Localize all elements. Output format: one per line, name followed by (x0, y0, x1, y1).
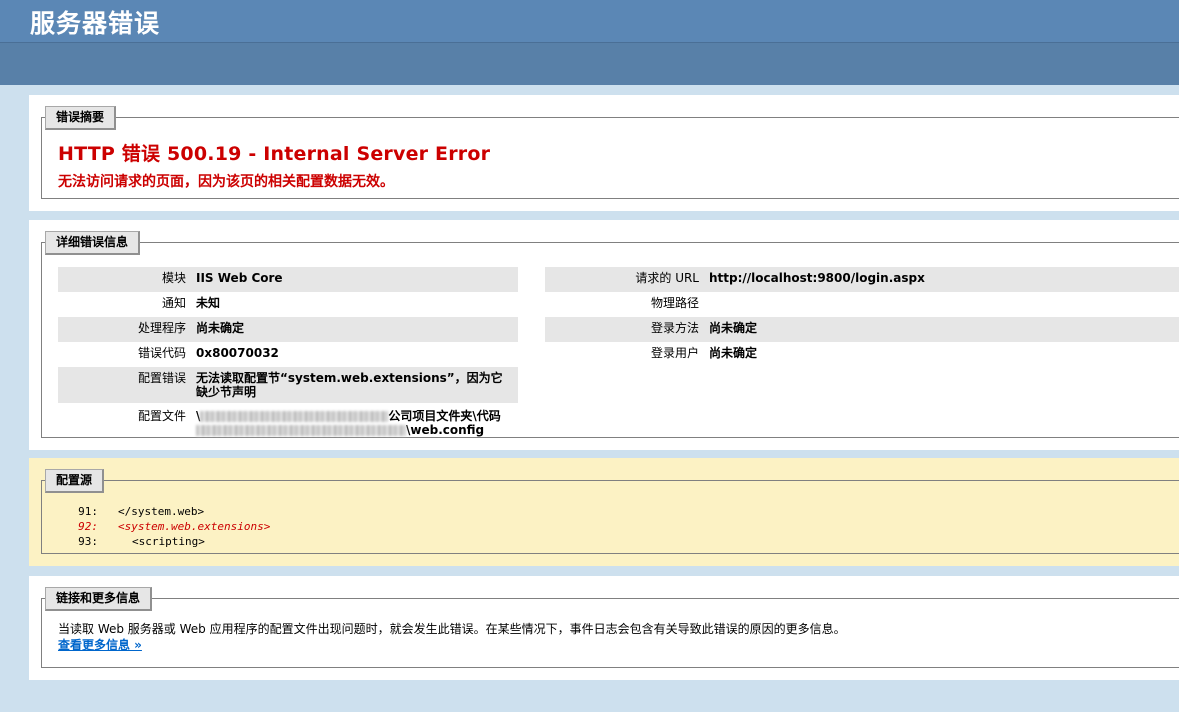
view-more-info-link[interactable]: 查看更多信息 » (58, 636, 142, 653)
detail-value: http://localhost:9800/login.aspx (709, 267, 1179, 292)
detail-label: 错误代码 (137, 346, 186, 360)
code-text: </system.web> (118, 505, 205, 518)
detail-row-physical-path: 物理路径 (545, 292, 1179, 317)
redacted-path (200, 411, 389, 422)
detail-value: 未知 (196, 296, 221, 310)
code-line: 91: </system.web> (76, 504, 270, 519)
detail-label: 模块 (58, 267, 196, 292)
detail-label: 配置错误 (58, 367, 196, 403)
detail-label: 处理程序 (58, 317, 196, 342)
detail-label: 登录方法 (545, 317, 709, 342)
more-info-panel: 链接和更多信息 当读取 Web 服务器或 Web 应用程序的配置文件出现问题时，… (29, 576, 1179, 680)
detail-row-config-file: 配置文件 \ 公司项目文件夹\代码 \web.config (58, 403, 518, 437)
detail-row-error-code: 错误代码 0x80070032 (58, 342, 518, 367)
more-info-legend: 链接和更多信息 (45, 587, 153, 611)
config-source-panel: 配置源 91: </system.web> 92: <system.web.exte… (29, 458, 1179, 566)
detail-value (709, 292, 1179, 317)
config-file-path-end: \web.config (406, 423, 485, 437)
error-summary-panel: 错误摘要 HTTP 错误 500.19 - Internal Server Er… (29, 95, 1179, 211)
detail-row-logon-method: 登录方法 尚未确定 (545, 317, 1179, 342)
page-header: 服务器错误 (0, 0, 1179, 43)
detail-value: \ 公司项目文件夹\代码 \web.config (196, 403, 518, 437)
detail-label: 物理路径 (650, 296, 699, 310)
line-number: 93: (78, 535, 98, 548)
detail-value: 尚未确定 (196, 317, 518, 342)
detail-value: 0x80070032 (196, 346, 279, 360)
code-text: <system.web.extensions> (118, 520, 271, 533)
detail-value: 无法读取配置节“system.web.extensions”，因为它缺少节声明 (196, 367, 518, 403)
detail-row-handler: 处理程序 尚未确定 (58, 317, 518, 342)
detail-value: 尚未确定 (709, 346, 758, 360)
error-details-legend: 详细错误信息 (45, 231, 141, 255)
detail-label: 通知 (161, 296, 186, 310)
header-subbar (0, 43, 1179, 85)
code-line-highlighted: 92: <system.web.extensions> (76, 519, 270, 534)
detail-row-request-url: 请求的 URL http://localhost:9800/login.aspx (545, 267, 1179, 292)
line-number: 91: (78, 505, 98, 518)
detail-label: 配置文件 (137, 409, 186, 423)
config-source-legend: 配置源 (45, 469, 105, 493)
code-line: 93: <scripting> (76, 534, 270, 549)
detail-label: 登录用户 (650, 346, 699, 360)
detail-row-notification: 通知 未知 (58, 292, 518, 317)
detail-row-config-error: 配置错误 无法读取配置节“system.web.extensions”，因为它缺… (58, 367, 518, 403)
line-number: 92: (78, 520, 98, 533)
error-summary-legend: 错误摘要 (45, 106, 117, 130)
page-title: 服务器错误 (30, 9, 161, 38)
error-message: 无法访问请求的页面，因为该页的相关配置数据无效。 (58, 174, 394, 190)
detail-label: 请求的 URL (545, 267, 709, 292)
detail-value: IIS Web Core (196, 267, 518, 292)
more-info-text: 当读取 Web 服务器或 Web 应用程序的配置文件出现问题时，就会发生此错误。… (58, 622, 846, 636)
detail-row-module: 模块 IIS Web Core (58, 267, 518, 292)
code-text: <scripting> (132, 535, 205, 548)
detail-value: 尚未确定 (709, 317, 1179, 342)
detail-row-logon-user: 登录用户 尚未确定 (545, 342, 1179, 367)
details-left-table: 模块 IIS Web Core 通知 未知 处理程序 尚未确定 错误代码 0x8… (58, 267, 518, 437)
error-details-panel: 详细错误信息 模块 IIS Web Core 通知 未知 处理程序 尚未确定 错… (29, 220, 1179, 450)
config-source-code: 91: </system.web> 92: <system.web.extensio… (76, 504, 270, 549)
details-right-table: 请求的 URL http://localhost:9800/login.aspx… (545, 267, 1179, 367)
error-heading: HTTP 错误 500.19 - Internal Server Error (58, 143, 491, 165)
redacted-path (196, 425, 406, 436)
config-file-path-middle: 公司项目文件夹\代码 (388, 409, 501, 423)
